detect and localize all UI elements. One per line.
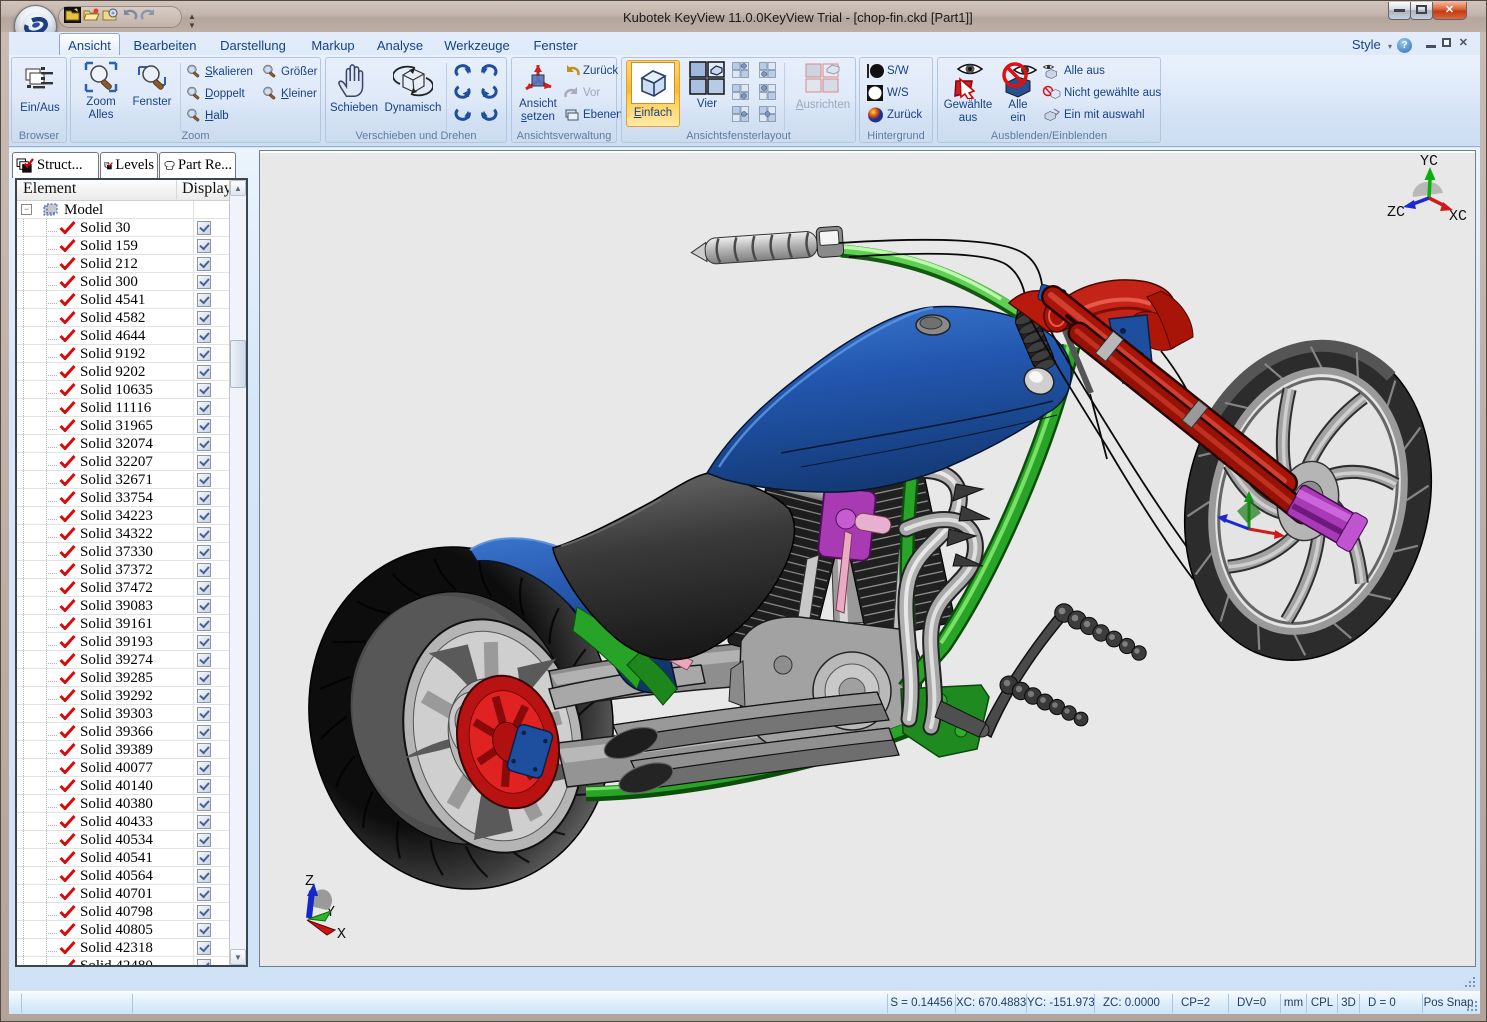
svg-text:X: X — [337, 926, 346, 943]
svg-text:YC: YC — [1420, 153, 1438, 170]
svg-text:ZC: ZC — [1387, 204, 1405, 221]
svg-text:XC: XC — [1449, 208, 1467, 225]
